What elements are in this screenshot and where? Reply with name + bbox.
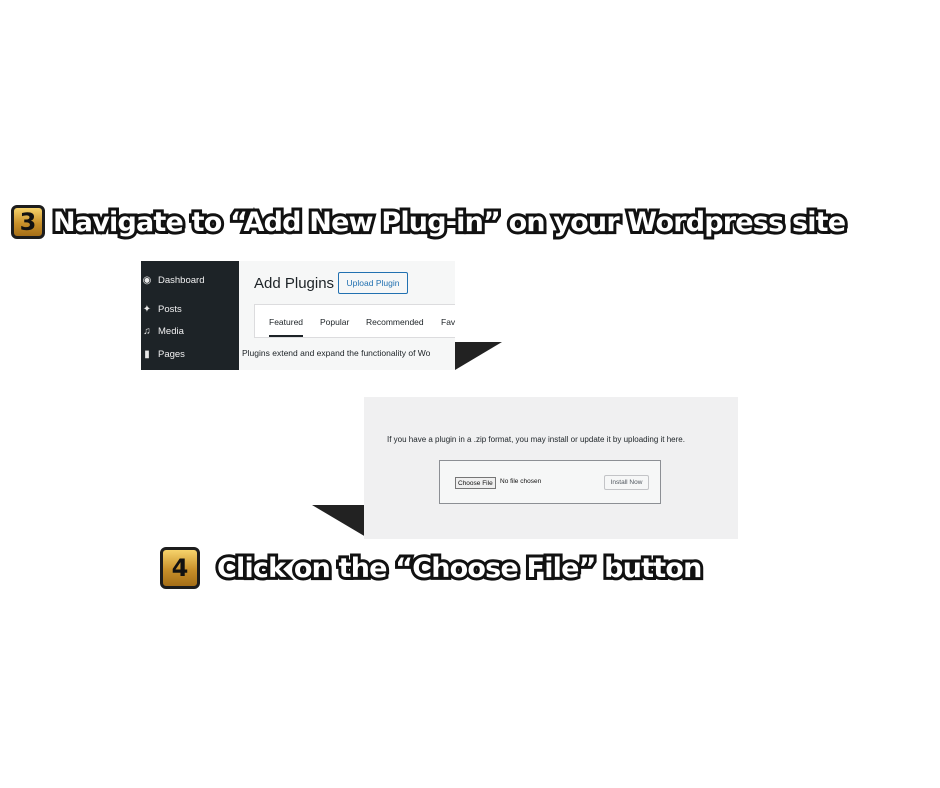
step-3-badge: 3 <box>11 205 45 239</box>
menu-label: Media <box>158 325 184 337</box>
menu-label: Posts <box>158 303 182 315</box>
tab-recommended[interactable]: Recommended <box>366 317 424 327</box>
plugins-description: Plugins extend and expand the functional… <box>242 348 431 358</box>
plugin-filter-tabs: Featured Popular Recommended Fav <box>254 304 455 338</box>
menu-item-pages[interactable]: ▮ Pages <box>141 345 185 363</box>
step-4-heading: 4 Click on the “Choose File” button <box>160 547 705 589</box>
admin-sidebar: ◉ Dashboard ✦ Posts ♫ Media ▮ Pages <box>141 261 239 370</box>
menu-item-dashboard[interactable]: ◉ Dashboard <box>141 271 205 289</box>
shot2-shadow <box>312 505 366 537</box>
pages-icon: ▮ <box>144 348 150 360</box>
menu-item-posts[interactable]: ✦ Posts <box>141 300 182 318</box>
step-3-text: Navigate to “Add New Plug-in” on your Wo… <box>50 204 849 241</box>
wp-admin-screenshot: ◉ Dashboard ✦ Posts ♫ Media ▮ Pages Add … <box>141 261 455 370</box>
step-4-number: 4 <box>171 554 189 582</box>
install-now-button[interactable]: Install Now <box>604 475 649 490</box>
media-icon: ♫ <box>143 325 151 337</box>
pin-icon: ✦ <box>142 303 152 315</box>
dashboard-icon: ◉ <box>142 274 152 286</box>
menu-label: Pages <box>158 348 185 360</box>
upload-plugin-button[interactable]: Upload Plugin <box>338 272 408 294</box>
upload-instructions: If you have a plugin in a .zip format, y… <box>387 435 685 444</box>
file-status-text: No file chosen <box>500 478 542 485</box>
tab-popular[interactable]: Popular <box>320 317 349 327</box>
step-3-heading: 3 Navigate to “Add New Plug-in” on your … <box>11 204 849 241</box>
step-3-number: 3 <box>19 208 37 236</box>
upload-panel-screenshot: If you have a plugin in a .zip format, y… <box>364 397 738 539</box>
tab-featured[interactable]: Featured <box>269 317 304 337</box>
choose-file-button[interactable]: Choose File <box>455 477 496 489</box>
page-title: Add Plugins <box>254 275 335 292</box>
step-4-badge: 4 <box>160 547 200 589</box>
step-4-text: Click on the “Choose File” button <box>214 550 705 587</box>
menu-label: Dashboard <box>158 274 205 286</box>
tab-favorites[interactable]: Fav <box>441 317 455 327</box>
menu-item-media[interactable]: ♫ Media <box>141 322 184 340</box>
upload-form: Choose File No file chosen Install Now <box>439 460 661 504</box>
